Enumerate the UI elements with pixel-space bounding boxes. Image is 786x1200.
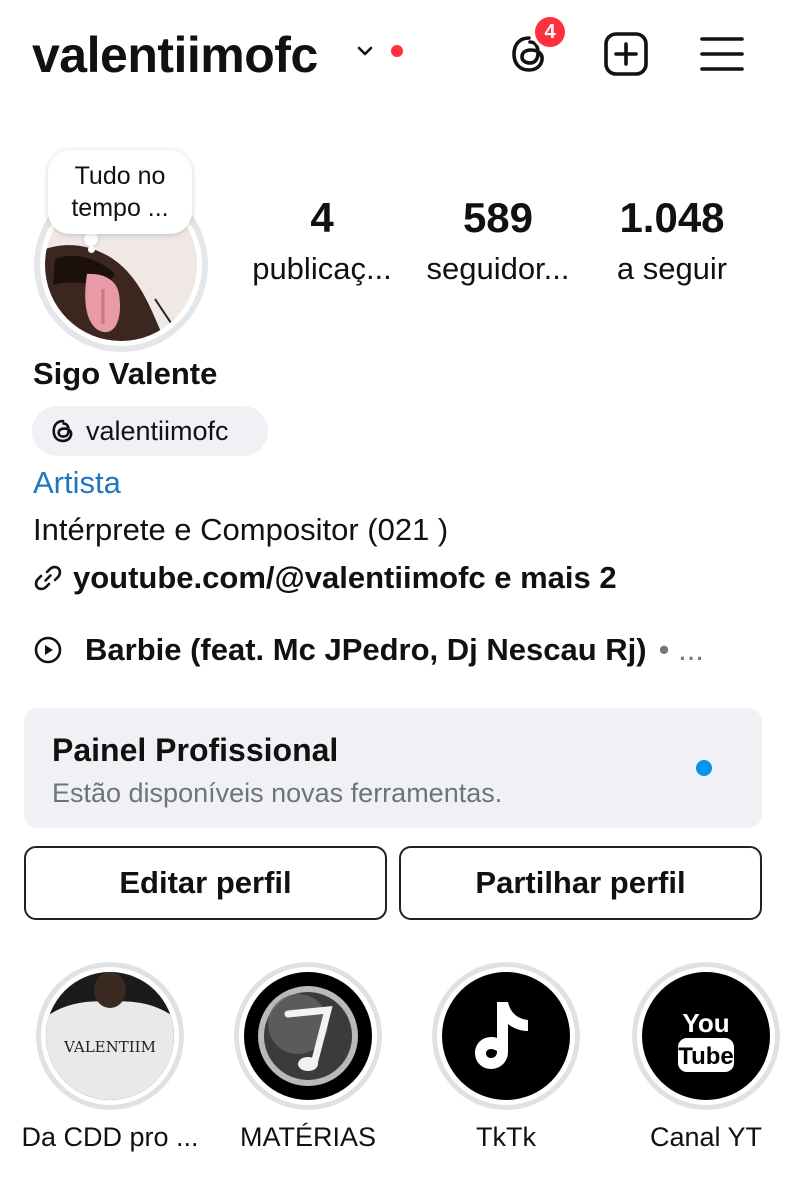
- professional-dashboard[interactable]: Painel Profissional Estão disponíveis no…: [24, 708, 762, 828]
- profile-bio: Intérprete e Compositor (021 ): [33, 512, 449, 547]
- account-notification-dot: [391, 45, 403, 57]
- stat-followers[interactable]: 589 seguidor...: [418, 193, 578, 295]
- stat-following-label: a seguir: [616, 251, 728, 286]
- top-bar: valentiimofc 4: [0, 0, 786, 110]
- highlight-cover: [437, 967, 575, 1105]
- highlight-item[interactable]: TkTk: [432, 962, 580, 1152]
- profile-note[interactable]: Tudo no tempo ...: [48, 150, 192, 234]
- highlight-label: TkTk: [476, 1122, 536, 1152]
- youtube-logo-bottom: Tube: [678, 1043, 734, 1070]
- profile-username[interactable]: valentiimofc: [32, 26, 318, 84]
- link-icon: [34, 565, 62, 591]
- music-note-icon: [244, 972, 372, 1100]
- highlight-ring: You Tube: [632, 962, 780, 1110]
- chevron-down-icon[interactable]: [354, 40, 376, 62]
- highlight-label: Canal YT: [649, 1122, 763, 1152]
- note-bubble-tail-small: [88, 246, 95, 253]
- threads-profile-chip[interactable]: valentiimofc: [32, 406, 268, 456]
- dashboard-subtitle: Estão disponíveis novas ferramentas.: [52, 778, 503, 808]
- highlight-item[interactable]: You Tube Canal YT: [632, 962, 780, 1152]
- profile-music-title: Barbie (feat. Mc JPedro, Dj Nescau Rj): [85, 632, 647, 667]
- youtube-logo-top: You: [682, 1008, 729, 1038]
- stat-posts[interactable]: 4 publicaç...: [244, 193, 400, 295]
- create-post-button[interactable]: [602, 30, 650, 78]
- create-post-icon: [604, 32, 648, 76]
- highlight-cover: You Tube: [637, 967, 775, 1105]
- share-profile-button[interactable]: Partilhar perfil: [399, 846, 762, 920]
- highlight-ring: [432, 962, 580, 1110]
- highlight-cover: [239, 967, 377, 1105]
- threads-handle: valentiimofc: [86, 415, 229, 446]
- highlight-ring: [234, 962, 382, 1110]
- menu-icon: [700, 37, 744, 71]
- stat-following[interactable]: 1.048 a seguir: [604, 193, 740, 295]
- note-bubble-tail: [84, 232, 98, 246]
- youtube-logo-icon: You Tube: [642, 972, 770, 1100]
- play-icon: [34, 636, 62, 664]
- stat-followers-value: 589: [462, 194, 534, 241]
- tiktok-icon: [442, 972, 570, 1100]
- threads-icon: [52, 419, 73, 443]
- stat-followers-label: seguidor...: [426, 251, 570, 286]
- highlight-cover: VALENTIIM: [41, 967, 179, 1105]
- threads-notification-badge: 4: [532, 14, 568, 50]
- profile-music[interactable]: Barbie (feat. Mc JPedro, Dj Nescau Rj) •…: [33, 632, 704, 668]
- highlight-item[interactable]: MATÉRIAS: [234, 962, 382, 1152]
- profile-link-text: youtube.com/@valentiimofc e mais 2: [73, 560, 617, 595]
- menu-button[interactable]: [698, 30, 746, 78]
- stat-posts-value: 4: [310, 194, 334, 241]
- dashboard-new-dot: [696, 760, 712, 776]
- highlight-cover-photo: VALENTIIM: [46, 972, 174, 1100]
- dashboard-title: Painel Profissional: [52, 732, 339, 768]
- highlight-item[interactable]: VALENTIIM Da CDD pro ...: [21, 962, 199, 1152]
- stat-following-value: 1.048: [619, 194, 725, 241]
- profile-category: Artista: [33, 465, 121, 500]
- display-name: Sigo Valente: [33, 356, 218, 391]
- profile-music-more: • ...: [658, 632, 704, 667]
- stat-posts-label: publicaç...: [252, 251, 392, 286]
- highlight-label: MATÉRIAS: [239, 1122, 376, 1152]
- edit-profile-button[interactable]: Editar perfil: [24, 846, 387, 920]
- profile-link[interactable]: youtube.com/@valentiimofc e mais 2: [33, 560, 617, 596]
- highlight-label: Da CDD pro ...: [21, 1122, 199, 1152]
- highlight-ring: VALENTIIM: [36, 962, 184, 1110]
- highlight-shirt-text: VALENTIIM: [63, 1038, 156, 1056]
